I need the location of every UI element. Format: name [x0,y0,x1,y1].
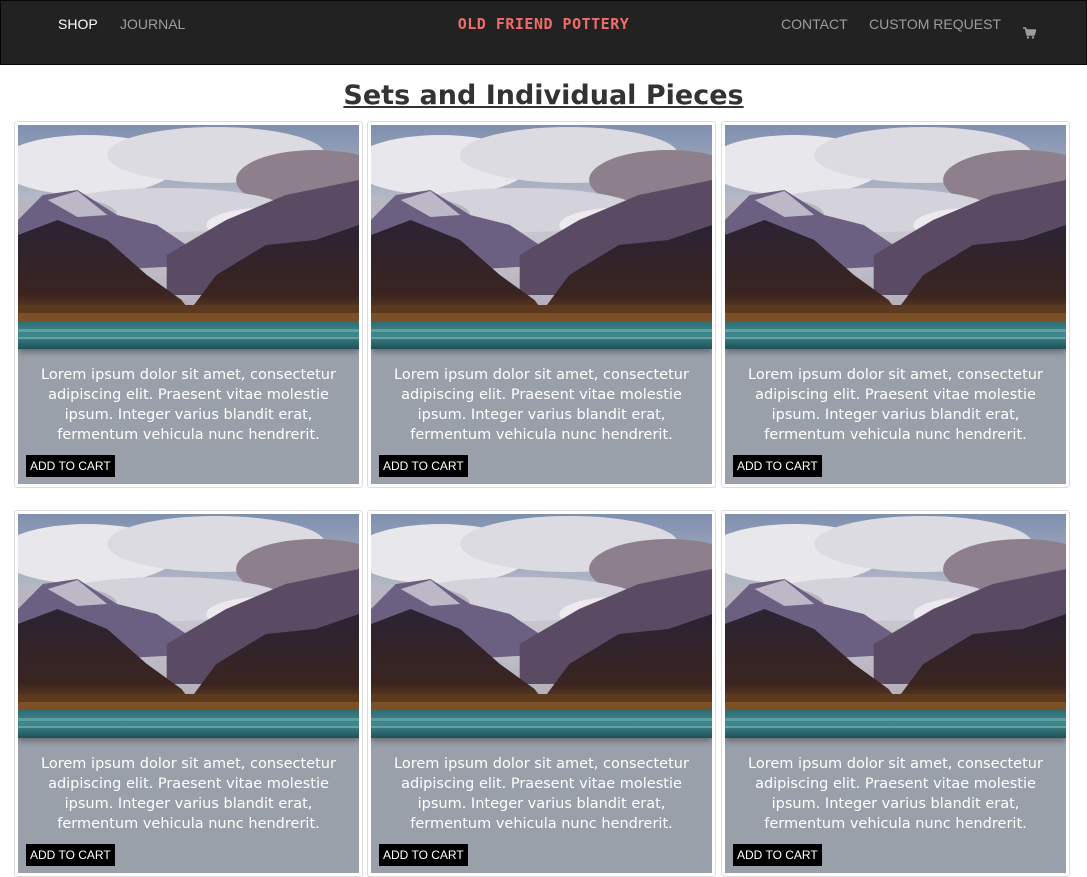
product-card: Lorem ipsum dolor sit amet, consectetur … [367,121,716,488]
product-description: Lorem ipsum dolor sit amet, consectetur … [748,756,1043,832]
product-card-body: Lorem ipsum dolor sit amet, consectetur … [371,125,712,484]
product-card-body: Lorem ipsum dolor sit amet, consectetur … [371,514,712,873]
product-card-body: Lorem ipsum dolor sit amet, consectetur … [18,514,359,873]
product-card-body: Lorem ipsum dolor sit amet, consectetur … [725,125,1066,484]
add-to-cart-button[interactable]: ADD TO CART [26,455,115,477]
product-card-body: Lorem ipsum dolor sit amet, consectetur … [18,125,359,484]
product-card: Lorem ipsum dolor sit amet, consectetur … [14,121,363,488]
shopping-cart-icon[interactable] [1023,27,1036,39]
nav-custom-request-link[interactable]: CUSTOM REQUEST [869,16,1001,32]
page-title: Sets and Individual Pieces [343,80,744,111]
product-card: Lorem ipsum dolor sit amet, consectetur … [721,510,1070,877]
product-card: Lorem ipsum dolor sit amet, consectetur … [721,121,1070,488]
product-description: Lorem ipsum dolor sit amet, consectetur … [394,367,689,443]
mountain-lake-photo [371,125,712,349]
product-description: Lorem ipsum dolor sit amet, consectetur … [394,756,689,832]
product-description: Lorem ipsum dolor sit amet, consectetur … [41,756,336,832]
product-card-body: Lorem ipsum dolor sit amet, consectetur … [725,514,1066,873]
nav-contact-link[interactable]: CONTACT [781,16,848,32]
mountain-lake-photo [18,125,359,349]
brand-link[interactable]: OLD FRIEND POTTERY [458,15,630,33]
add-to-cart-button[interactable]: ADD TO CART [379,844,468,866]
product-card: Lorem ipsum dolor sit amet, consectetur … [367,510,716,877]
product-description: Lorem ipsum dolor sit amet, consectetur … [748,367,1043,443]
add-to-cart-button[interactable]: ADD TO CART [379,455,468,477]
product-description: Lorem ipsum dolor sit amet, consectetur … [41,367,336,443]
product-card: Lorem ipsum dolor sit amet, consectetur … [14,510,363,877]
mountain-lake-photo [725,125,1066,349]
add-to-cart-button[interactable]: ADD TO CART [26,844,115,866]
add-to-cart-button[interactable]: ADD TO CART [733,844,822,866]
mountain-lake-photo [725,514,1066,738]
add-to-cart-button[interactable]: ADD TO CART [733,455,822,477]
navbar: SHOP JOURNAL OLD FRIEND POTTERY CONTACT … [0,0,1087,65]
mountain-lake-photo [371,514,712,738]
mountain-lake-photo [18,514,359,738]
